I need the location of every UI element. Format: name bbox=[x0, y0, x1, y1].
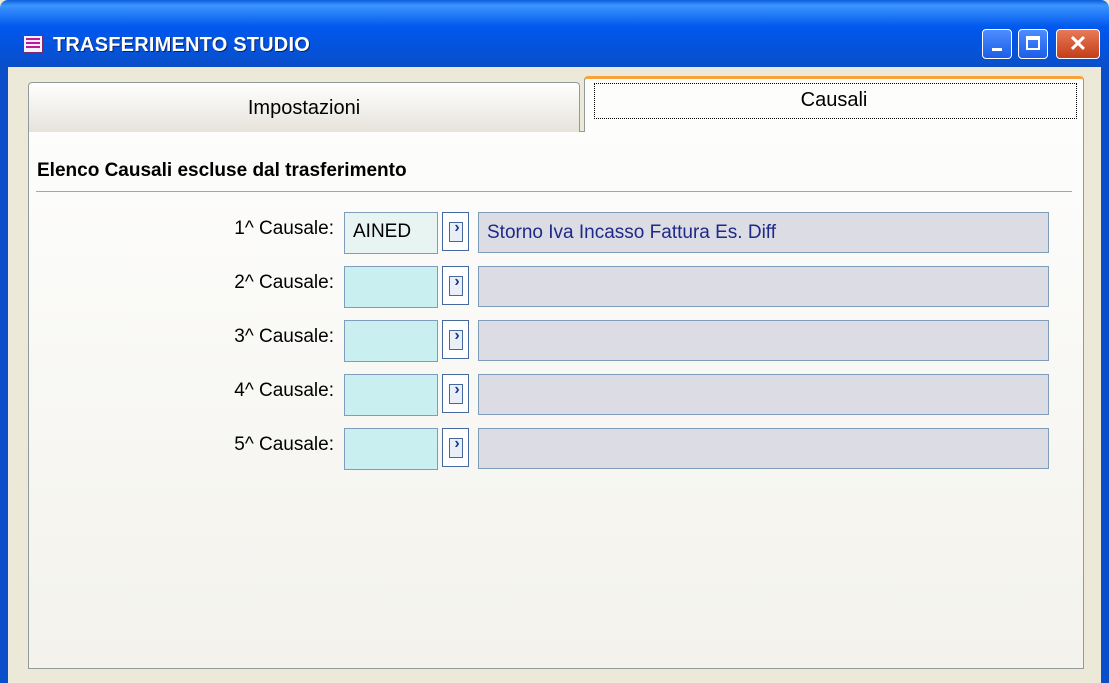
causale-5-lookup-button[interactable]: › bbox=[442, 428, 469, 467]
minimize-button[interactable] bbox=[982, 29, 1012, 59]
causale-2-description bbox=[478, 266, 1049, 307]
causale-3-label: 3^ Causale: bbox=[234, 326, 334, 347]
maximize-icon bbox=[1026, 36, 1040, 50]
tab-causali-label: Causali bbox=[800, 89, 868, 111]
causale-1-code-input[interactable]: AINED bbox=[344, 212, 438, 254]
tab-impostazioni-label: Impostazioni bbox=[247, 97, 361, 119]
close-icon: ✕ bbox=[1068, 31, 1088, 56]
causale-4-description bbox=[478, 374, 1049, 415]
section-divider bbox=[36, 191, 1072, 192]
chevron-right-icon: › bbox=[454, 273, 460, 290]
causale-4-label: 4^ Causale: bbox=[234, 380, 334, 401]
application-window: TRASFERIMENTO STUDIO ✕ Impostazioni Caus… bbox=[0, 0, 1109, 683]
causale-4-code-input[interactable] bbox=[344, 374, 438, 416]
causale-1-lookup-button[interactable]: › bbox=[442, 212, 469, 251]
causale-5-code-input[interactable] bbox=[344, 428, 438, 470]
causale-3-lookup-button[interactable]: › bbox=[442, 320, 469, 359]
window-title: TRASFERIMENTO STUDIO bbox=[53, 34, 310, 56]
app-icon bbox=[23, 35, 43, 53]
window-frame-right bbox=[1101, 67, 1109, 683]
causale-2-lookup-button[interactable]: › bbox=[442, 266, 469, 305]
causale-3-code-input[interactable] bbox=[344, 320, 438, 362]
close-button[interactable]: ✕ bbox=[1056, 29, 1100, 59]
causale-1-description: Storno Iva Incasso Fattura Es. Diff bbox=[478, 212, 1049, 253]
causale-3-description bbox=[478, 320, 1049, 361]
causale-2-code-input[interactable] bbox=[344, 266, 438, 308]
chevron-right-icon: › bbox=[454, 219, 460, 236]
chevron-right-icon: › bbox=[454, 381, 460, 398]
causale-1-label: 1^ Causale: bbox=[234, 218, 334, 239]
chevron-right-icon: › bbox=[454, 327, 460, 344]
title-bar[interactable]: TRASFERIMENTO STUDIO ✕ bbox=[0, 0, 1109, 67]
tab-causali[interactable]: Causali bbox=[584, 76, 1084, 132]
causale-4-lookup-button[interactable]: › bbox=[442, 374, 469, 413]
maximize-button[interactable] bbox=[1018, 29, 1048, 59]
minimize-icon bbox=[992, 48, 1002, 51]
section-heading: Elenco Causali escluse dal trasferimento bbox=[37, 160, 407, 181]
chevron-right-icon: › bbox=[454, 435, 460, 452]
causale-2-label: 2^ Causale: bbox=[234, 272, 334, 293]
causale-5-label: 5^ Causale: bbox=[234, 434, 334, 455]
causale-5-description bbox=[478, 428, 1049, 469]
window-frame-left bbox=[0, 67, 8, 683]
tab-impostazioni[interactable]: Impostazioni bbox=[28, 82, 580, 132]
